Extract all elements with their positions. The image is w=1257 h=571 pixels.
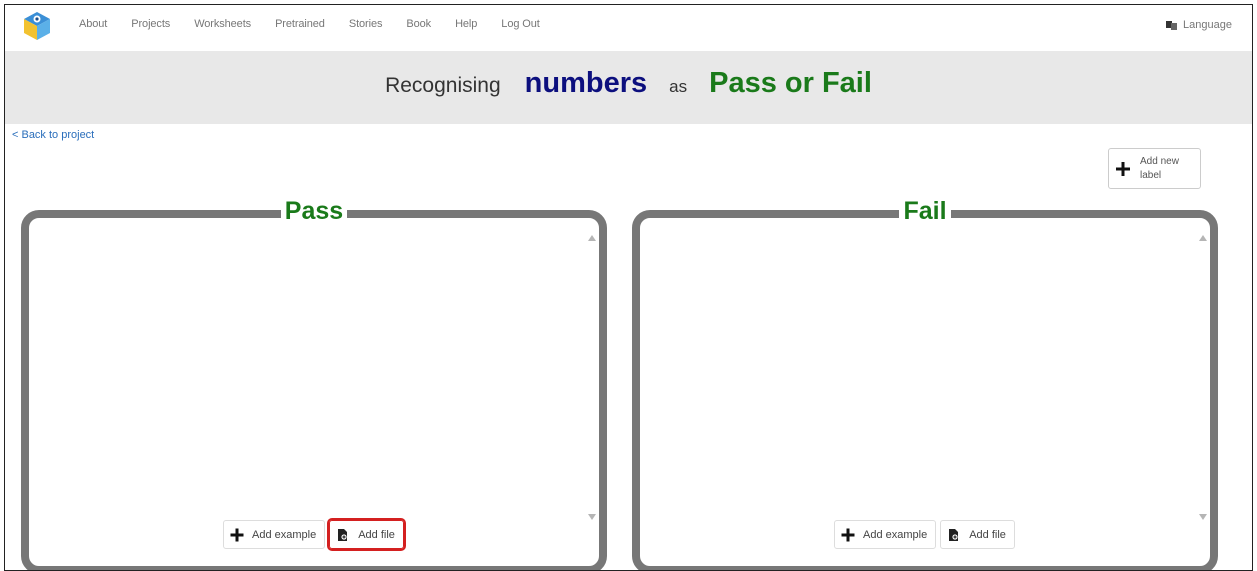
fail-button-row: Add example Add file — [834, 520, 1015, 549]
plus-icon — [230, 528, 244, 541]
label-title-fail[interactable]: Fail — [899, 194, 951, 228]
file-upload-icon — [338, 528, 348, 541]
add-label-line2: label — [1140, 169, 1162, 181]
language-label: Language — [1183, 19, 1232, 31]
title-middle: as — [669, 77, 688, 96]
nav-book[interactable]: Book — [406, 18, 431, 30]
nav-stories[interactable]: Stories — [349, 18, 383, 30]
fail-add-file-button[interactable]: Add file — [940, 520, 1015, 549]
nav-log-out[interactable]: Log Out — [501, 18, 540, 30]
pass-add-file-button[interactable]: Add file — [327, 518, 406, 551]
title-prefix: Recognising — [385, 74, 501, 97]
top-nav: About Projects Worksheets Pretrained Sto… — [5, 5, 1252, 51]
file-upload-icon — [949, 528, 959, 541]
add-example-label: Add example — [252, 528, 317, 541]
logo-icon[interactable] — [22, 10, 52, 42]
nav-worksheets[interactable]: Worksheets — [194, 18, 251, 30]
language-selector[interactable]: Language — [1166, 19, 1232, 31]
scroll-up-arrow-icon[interactable] — [1199, 235, 1207, 241]
add-file-label: Add file — [969, 528, 1006, 541]
nav-links: About Projects Worksheets Pretrained Sto… — [79, 18, 564, 30]
back-to-project-link[interactable]: < Back to project — [12, 129, 94, 141]
scroll-down-arrow-icon[interactable] — [588, 514, 596, 520]
nav-projects[interactable]: Projects — [131, 18, 170, 30]
nav-about[interactable]: About — [79, 18, 107, 30]
title-project: Pass or Fail — [709, 67, 872, 99]
label-title-pass[interactable]: Pass — [280, 194, 348, 228]
title-band: Recognising numbers as Pass or Fail — [5, 51, 1252, 124]
pass-button-row: Add example Add file — [223, 518, 406, 551]
scroll-down-arrow-icon[interactable] — [1199, 514, 1207, 520]
plus-icon — [1116, 161, 1130, 176]
label-box-fail: Fail Add example Add file — [632, 194, 1218, 570]
add-example-label: Add example — [863, 528, 928, 541]
language-icon — [1166, 21, 1178, 30]
app-window: About Projects Worksheets Pretrained Sto… — [4, 4, 1253, 571]
page-title: Recognising numbers as Pass or Fail — [5, 67, 1252, 100]
title-type: numbers — [524, 67, 648, 99]
label-box-pass: Pass Add example Add file — [21, 194, 607, 570]
scroll-up-arrow-icon[interactable] — [588, 235, 596, 241]
nav-pretrained[interactable]: Pretrained — [275, 18, 325, 30]
add-label-line1: Add new — [1140, 155, 1179, 167]
plus-icon — [841, 528, 855, 541]
pass-add-example-button[interactable]: Add example — [223, 520, 326, 549]
fail-add-example-button[interactable]: Add example — [834, 520, 937, 549]
nav-help[interactable]: Help — [455, 18, 477, 30]
add-new-label-button[interactable]: Add new label — [1108, 148, 1201, 189]
add-file-label: Add file — [358, 528, 395, 541]
